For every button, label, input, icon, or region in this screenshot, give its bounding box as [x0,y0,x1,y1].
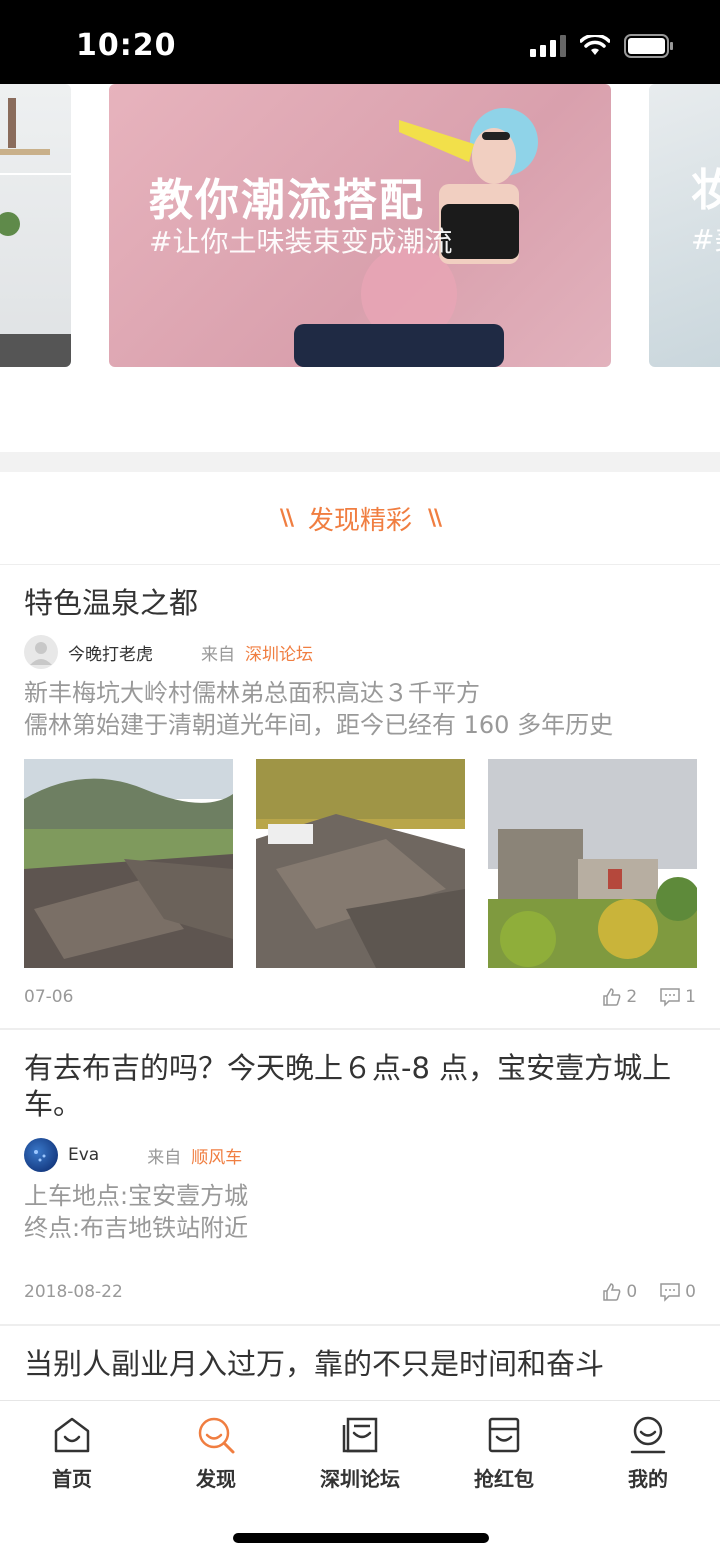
tab-forum[interactable]: 深圳论坛 [288,1415,432,1492]
post-excerpt: 新丰梅坑大岭村儒林弟总面积高达３千平方 儒林第始建于清朝道光年间，距今已经有 1… [24,677,613,741]
comment-icon [660,988,680,1007]
post-stats: 2 1 [602,987,696,1007]
wifi-icon [580,35,610,55]
forum-icon [342,1417,378,1453]
tab-label: 抢红包 [474,1467,534,1491]
excerpt-line: 终点:布吉地铁站附近 [24,1214,249,1242]
post-images [24,759,697,968]
default-avatar-icon [30,642,52,665]
post-card[interactable]: 当别人副业月入过万，靠的不只是时间和奋斗 [0,1326,720,1400]
old-house-photo [488,759,697,968]
comment-count: 1 [685,987,696,1007]
status-time: 10:20 [76,28,177,63]
home-indicator[interactable] [233,1533,489,1543]
post-meta: 07-06 2 1 [24,987,696,1007]
author-name[interactable]: 今晚打老虎 [68,640,153,665]
post-card[interactable]: 有去布吉的吗？今天晚上６点-8 点，宝安壹方城上车。 Eva 来自 顺风车 上车… [0,1030,720,1326]
post-date: 07-06 [24,987,74,1007]
tab-red-packet[interactable]: 抢红包 [432,1415,576,1492]
avatar-pattern-icon [34,1150,46,1162]
post-excerpt: 上车地点:宝安壹方城 终点:布吉地铁站附近 [24,1180,248,1244]
tab-label: 发现 [196,1467,236,1491]
tab-profile[interactable]: 我的 [576,1415,720,1492]
post-image[interactable] [24,759,233,968]
section-divider [0,452,720,472]
status-icons [530,34,674,58]
signal-icon [530,35,566,57]
post-title[interactable]: 当别人副业月入过万，靠的不只是时间和奋斗 [24,1346,604,1382]
post-author: 今晚打老虎 来自 深圳论坛 [24,635,313,669]
post-stats: 0 0 [602,1282,696,1302]
excerpt-line: 儒林第始建于清朝道光年间，距今已经有 160 多年历史 [24,711,614,739]
kitchen-illustration [0,98,71,367]
decor-left-icon: \\ [279,505,294,531]
comment-button[interactable]: 0 [659,1282,696,1302]
from-label: 来自 [201,644,235,665]
banner-next-title: 妆 [691,165,720,216]
village-roofs-photo [24,759,233,968]
post-meta: 2018-08-22 0 0 [24,1282,696,1302]
excerpt-line: 上车地点:宝安壹方城 [24,1182,249,1210]
banner-next-subtitle: #美 [691,223,720,256]
avatar[interactable] [24,1138,58,1172]
status-bar: 10:20 [0,0,720,84]
banner-subtitle: #让你土味装束变成潮流 [149,225,453,258]
avatar[interactable] [24,635,58,669]
profile-icon [630,1416,666,1454]
excerpt-line: 新丰梅坑大岭村儒林弟总面积高达３千平方 [24,679,480,707]
post-title[interactable]: 有去布吉的吗？今天晚上６点-8 点，宝安壹方城上车。 [24,1050,696,1122]
like-count: 0 [626,1282,638,1302]
banner-carousel[interactable]: 教你潮流搭配 #让你土味装束变成潮流 妆 #美 [0,84,720,452]
tab-label: 我的 [628,1467,668,1491]
post-author: Eva 来自 顺风车 [24,1138,242,1172]
discover-icon [198,1417,235,1454]
decor-right-icon: \\ [428,505,442,531]
tab-label: 首页 [52,1467,92,1491]
tab-discover[interactable]: 发现 [144,1415,288,1492]
section-header: \\ 发现精彩 \\ [0,472,720,565]
like-button[interactable]: 2 [602,987,637,1007]
thumbs-up-icon [603,988,621,1006]
home-icon [54,1417,90,1453]
comment-button[interactable]: 1 [659,987,696,1007]
comment-count: 0 [685,1282,696,1302]
forum-link[interactable]: 顺风车 [191,1143,242,1168]
banner-title: 教你潮流搭配 [149,175,425,226]
post-title[interactable]: 特色温泉之都 [24,585,198,621]
post-card[interactable]: 特色温泉之都 今晚打老虎 来自 深圳论坛 新丰梅坑大岭村儒林弟总面积高达３千平方… [0,565,720,1030]
battery-icon [624,34,673,58]
like-button[interactable]: 0 [602,1282,637,1302]
section-title: 发现精彩 [307,505,412,536]
post-image[interactable] [488,759,697,968]
from-label: 来自 [147,1147,182,1168]
author-name[interactable]: Eva [68,1145,99,1165]
banner-prev[interactable] [0,84,71,367]
banner-main[interactable]: 教你潮流搭配 #让你土味装束变成潮流 [109,84,611,367]
thumbs-up-icon [603,1283,621,1301]
red-packet-icon [488,1417,520,1453]
like-count: 2 [626,987,638,1007]
tab-label: 深圳论坛 [320,1467,400,1491]
forum-link[interactable]: 深圳论坛 [245,640,313,665]
tab-home[interactable]: 首页 [0,1415,144,1492]
banner-next[interactable]: 妆 #美 [649,84,720,367]
post-image[interactable] [256,759,465,968]
village-roofs-photo [256,759,465,968]
post-date: 2018-08-22 [24,1282,123,1302]
comment-icon [660,1283,680,1302]
